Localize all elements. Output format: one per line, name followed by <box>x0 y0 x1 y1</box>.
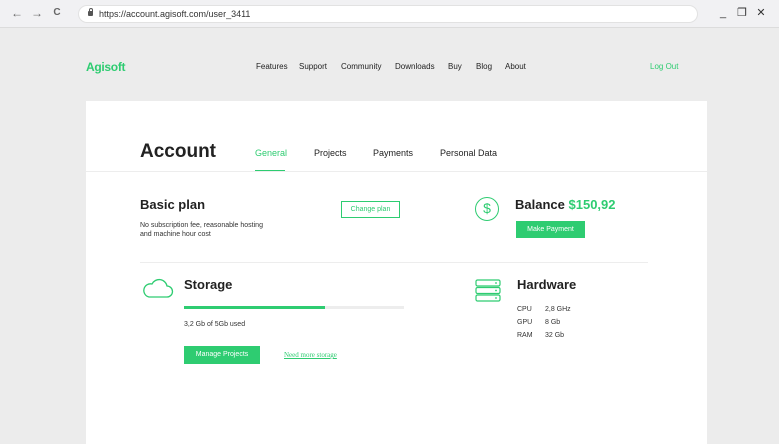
hardware-title: Hardware <box>517 277 577 292</box>
spec-gpu-label: GPU <box>517 319 533 326</box>
nav-link-community[interactable]: Community <box>341 62 381 71</box>
forward-icon[interactable]: → <box>30 6 44 20</box>
change-plan-button[interactable]: Change plan <box>341 201 400 218</box>
storage-used-text: 3,2 Gb of 5Gb used <box>184 321 246 328</box>
spec-ram-label: RAM <box>517 332 533 339</box>
back-icon[interactable]: ← <box>10 6 24 20</box>
spec-cpu-value: 2,8 GHz <box>545 306 571 313</box>
nav-link-about[interactable]: About <box>505 62 526 71</box>
close-icon[interactable]: ✕ <box>754 5 768 21</box>
address-bar-url: https://account.agisoft.com/user_3411 <box>99 9 251 19</box>
nav-link-support[interactable]: Support <box>299 62 327 71</box>
cloud-icon <box>143 278 174 298</box>
nav-link-buy[interactable]: Buy <box>448 62 462 71</box>
reload-icon[interactable]: C <box>50 6 64 20</box>
address-bar[interactable]: https://account.agisoft.com/user_3411 <box>78 5 698 23</box>
storage-progress-fill <box>184 306 325 309</box>
spec-ram-value: 32 Gb <box>545 332 565 339</box>
browser-toolbar: ← → C https://account.agisoft.com/user_3… <box>0 0 779 28</box>
make-payment-button[interactable]: Make Payment <box>516 221 585 238</box>
manage-projects-button[interactable]: Manage Projects <box>184 346 260 364</box>
lock-icon <box>88 8 93 16</box>
tabs-divider <box>86 171 707 172</box>
tab-personal-data[interactable]: Personal Data <box>440 148 497 158</box>
dollar-icon: $ <box>475 197 499 221</box>
server-icon <box>475 279 501 302</box>
plan-description-line-1: No subscription fee, reasonable hosting <box>140 222 263 229</box>
tab-payments[interactable]: Payments <box>373 148 413 158</box>
tab-general[interactable]: General <box>255 148 287 158</box>
logout-link[interactable]: Log Out <box>650 62 678 71</box>
section-divider <box>140 262 648 263</box>
minimize-icon[interactable]: _ <box>716 5 730 21</box>
balance-amount: $150,92 <box>568 197 616 212</box>
account-card: Account General Projects Payments Person… <box>86 101 707 444</box>
spec-cpu-label: CPU <box>517 306 532 313</box>
nav-link-downloads[interactable]: Downloads <box>395 62 435 71</box>
balance-heading: Balance $150,92 <box>515 197 616 212</box>
tab-projects[interactable]: Projects <box>314 148 347 158</box>
plan-description-line-2: and machine hour cost <box>140 231 211 238</box>
balance-label: Balance <box>515 197 565 212</box>
spec-gpu-value: 8 Gb <box>545 319 561 326</box>
restore-icon[interactable]: ❐ <box>735 5 749 21</box>
need-more-storage-link[interactable]: Need more storage <box>284 351 337 359</box>
nav-link-blog[interactable]: Blog <box>476 62 492 71</box>
page-title: Account <box>140 141 216 162</box>
nav-link-features[interactable]: Features <box>256 62 288 71</box>
storage-progress-bar <box>184 306 404 309</box>
brand-logo[interactable]: Agisoft <box>86 60 126 74</box>
plan-title: Basic plan <box>140 197 206 212</box>
storage-title: Storage <box>184 277 233 292</box>
